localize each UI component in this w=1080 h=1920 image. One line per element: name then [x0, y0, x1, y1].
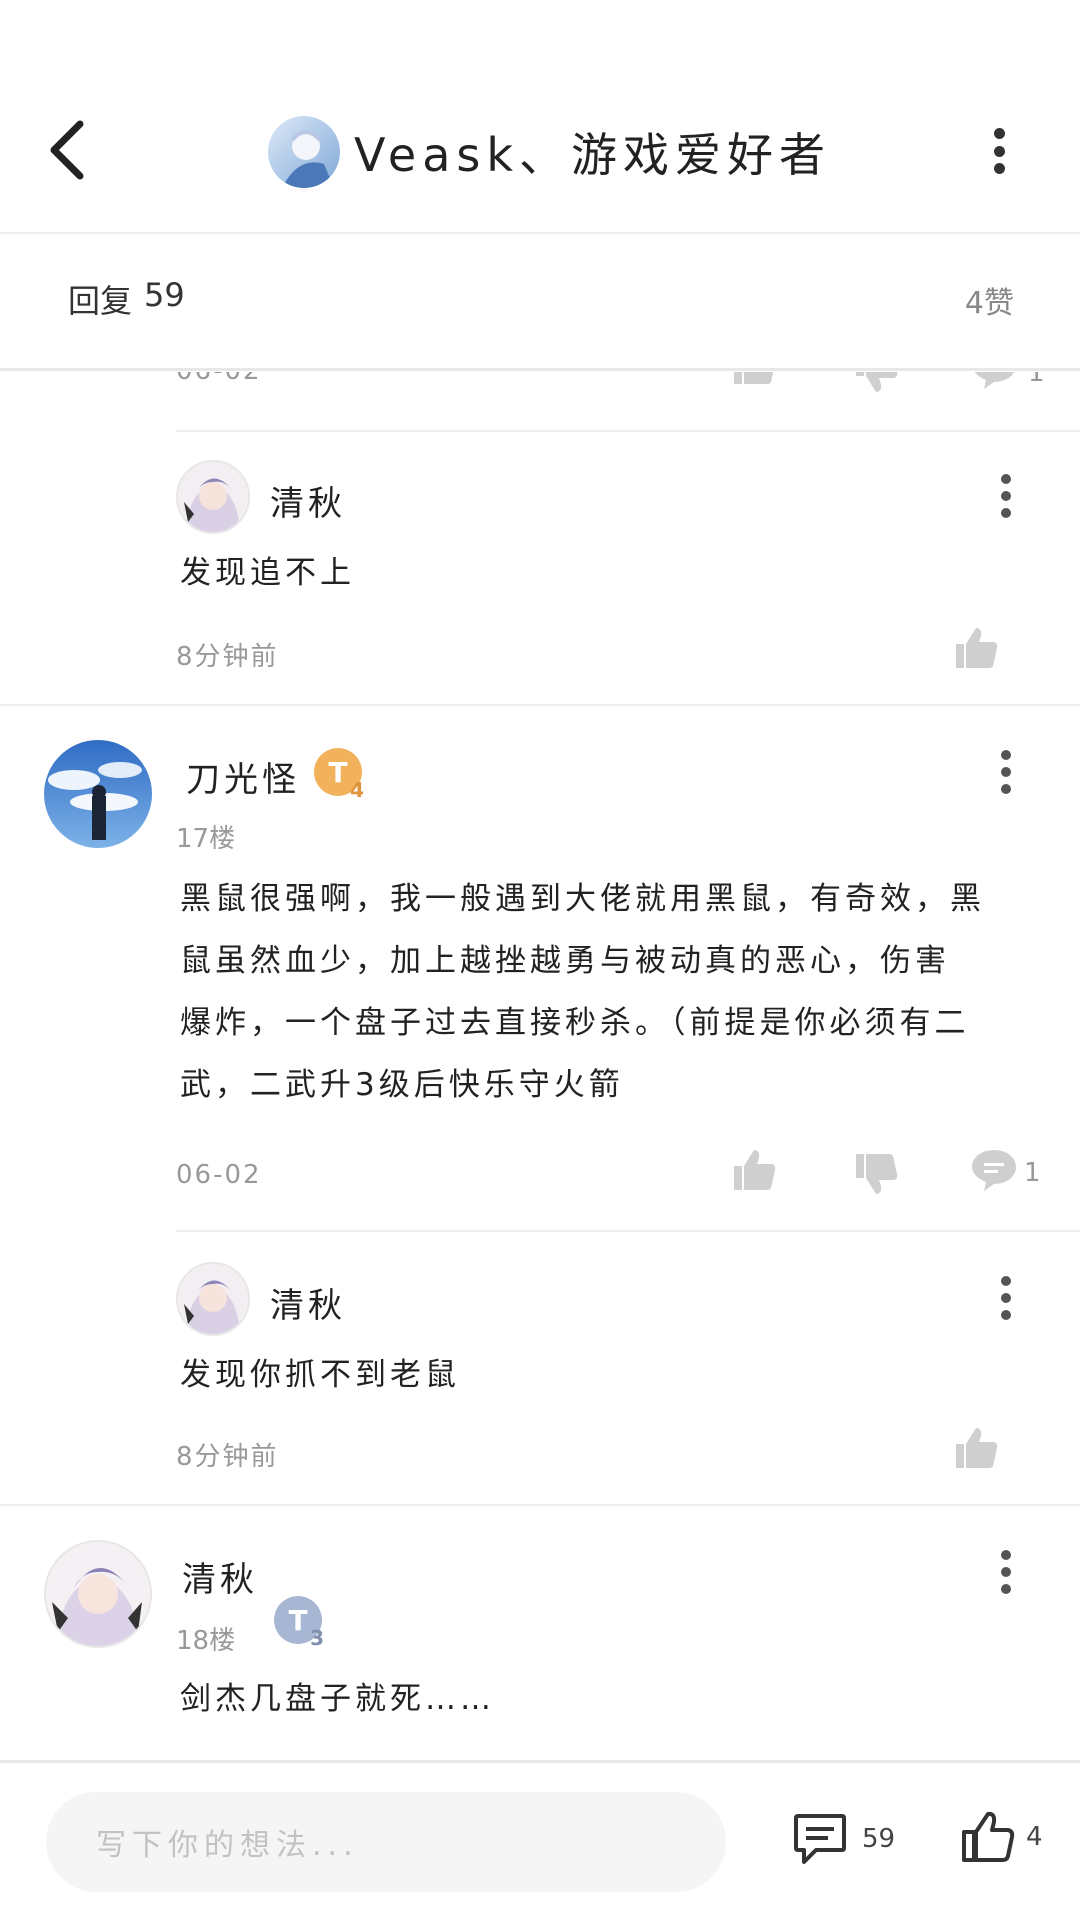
sub-divider	[176, 430, 1080, 432]
commenter-name[interactable]: 清秋	[182, 1552, 258, 1601]
author-avatar[interactable]	[268, 116, 340, 188]
comment-line: 武，二武升3级后快乐守火箭	[180, 1067, 624, 1103]
reply-count-value: 59	[144, 276, 185, 314]
badge-level: 4	[350, 778, 364, 802]
comment-divider	[0, 704, 1080, 706]
thumb-up-icon[interactable]	[730, 1148, 778, 1192]
comment-body: 黑鼠很强啊，我一般遇到大佬就用黑鼠，有奇效，黑 鼠虽然血少，加上越挫越勇与被动真…	[180, 868, 1040, 1116]
like-button[interactable]: 4	[960, 1810, 1043, 1864]
comment-text: 发现你抓不到老鼠	[180, 1357, 460, 1393]
timestamp: 8分钟前	[176, 1442, 279, 1472]
thumb-down-icon[interactable]	[852, 372, 900, 392]
thumb-down-icon[interactable]	[852, 1152, 900, 1196]
comment-more-button[interactable]	[1000, 1276, 1012, 1320]
avatar[interactable]	[44, 740, 152, 848]
comment-count: 59	[862, 1824, 896, 1854]
commenter-name[interactable]: 刀光怪	[186, 752, 300, 801]
level-badge: T 3	[274, 1596, 324, 1650]
reply-bar-divider	[0, 368, 1080, 371]
comment-line: 爆炸，一个盘子过去直接秒杀。（前提是你必须有二	[180, 1005, 970, 1041]
reply-label: 回复	[68, 282, 133, 320]
timestamp: 06-02	[176, 1160, 262, 1190]
like-count: 4	[1026, 1822, 1043, 1852]
sub-divider	[176, 1230, 1080, 1232]
badge-level: 3	[310, 1626, 324, 1650]
thumb-up-icon[interactable]	[730, 372, 778, 386]
input-placeholder: 写下你的想法...	[96, 1828, 359, 1863]
post-likes: 4赞	[964, 286, 1014, 321]
timestamp: 06-02	[176, 372, 262, 386]
comment-line: 鼠虽然血少，加上越挫越勇与被动真的恶心，伤害	[180, 943, 950, 979]
comment-line: 黑鼠很强啊，我一般遇到大佬就用黑鼠，有奇效，黑	[180, 881, 985, 917]
header-title-group[interactable]: Veask、游戏爱好者	[268, 114, 831, 190]
header-divider	[0, 232, 1080, 234]
back-arrow-icon	[50, 120, 84, 180]
comment-input[interactable]: 写下你的想法...	[46, 1792, 726, 1892]
comment-more-button[interactable]	[1000, 474, 1012, 518]
reply-count: 回复 59	[68, 276, 185, 322]
reply-count: 1	[1024, 1158, 1041, 1188]
more-options-button[interactable]	[992, 128, 1006, 174]
thumb-up-icon[interactable]	[952, 626, 1000, 670]
timestamp: 8分钟前	[176, 642, 279, 672]
badge-letter: T	[328, 755, 348, 789]
avatar[interactable]	[176, 460, 250, 534]
scrolled-row-fragment: 06-02 1	[0, 372, 1080, 392]
comment-more-button[interactable]	[1000, 750, 1012, 794]
badge-letter: T	[288, 1603, 308, 1637]
page-title: Veask、游戏爱好者	[354, 128, 831, 182]
comment-text: 发现追不上	[180, 555, 355, 591]
floor-number: 17楼	[176, 824, 236, 854]
comment-bubble-icon[interactable]	[970, 1148, 1018, 1192]
comment-text: 剑杰几盘子就死……	[180, 1681, 495, 1717]
back-button[interactable]	[44, 118, 100, 182]
avatar[interactable]	[176, 1262, 250, 1336]
level-badge: T 4	[314, 748, 364, 802]
floor-number: 18楼	[176, 1626, 236, 1656]
avatar[interactable]	[44, 1540, 152, 1648]
comment-divider	[0, 1504, 1080, 1506]
comment-bubble-icon[interactable]	[970, 372, 1018, 390]
thumb-up-icon	[962, 1811, 1015, 1862]
comment-more-button[interactable]	[1000, 1550, 1012, 1594]
commenter-name[interactable]: 清秋	[270, 476, 346, 525]
commenter-name[interactable]: 清秋	[270, 1278, 346, 1327]
thumb-up-icon[interactable]	[952, 1426, 1000, 1470]
comments-button[interactable]: 59	[792, 1812, 895, 1866]
reply-count: 1	[1028, 372, 1045, 388]
bottom-bar-divider	[0, 1760, 1080, 1763]
comment-bubble-icon	[794, 1814, 846, 1864]
